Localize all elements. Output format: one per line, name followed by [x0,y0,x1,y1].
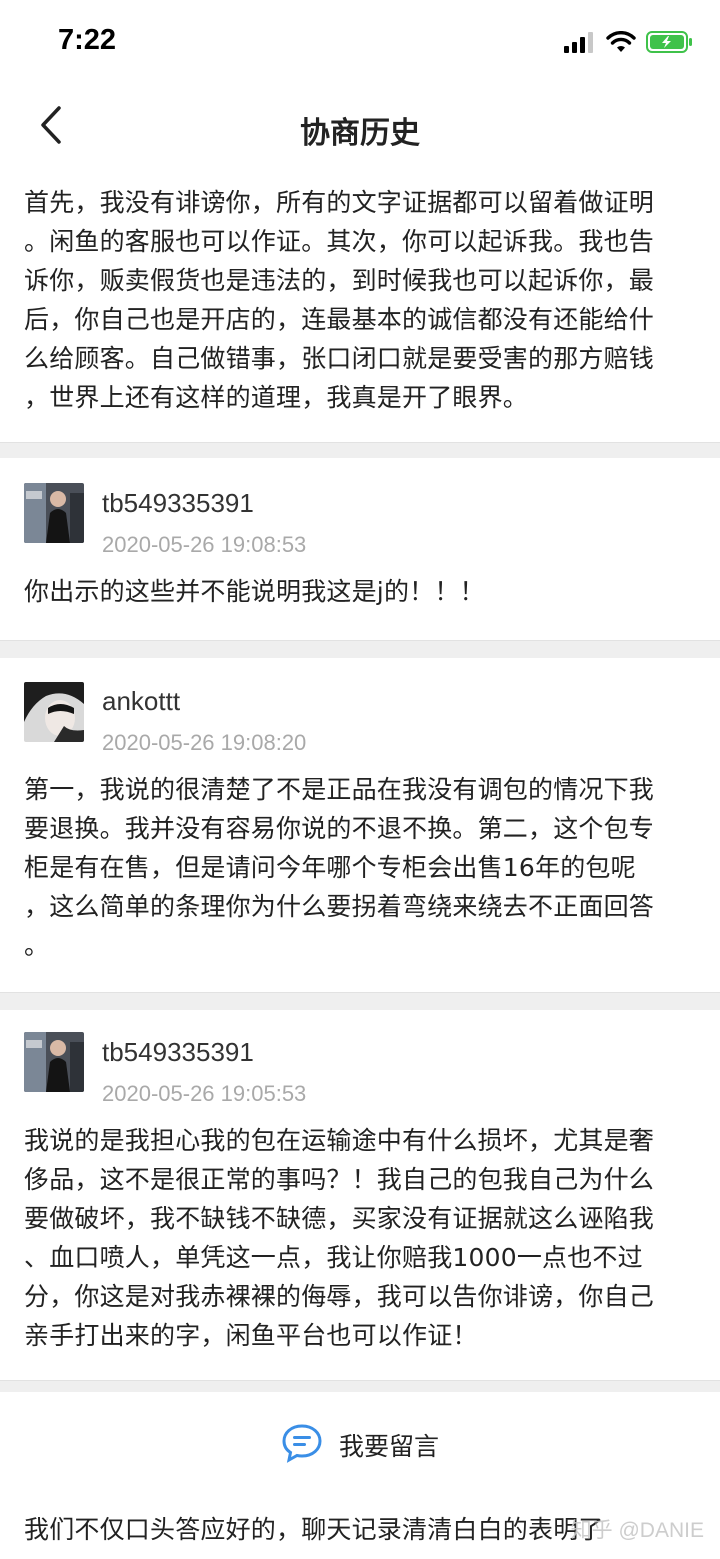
message-text: 你出示的这些并不能说明我这是j的！！！ [24,577,485,606]
section-divider [0,640,720,658]
section-divider [0,442,720,458]
cellular-signal-icon [564,31,596,57]
leave-message-button[interactable]: 我要留言 [0,1420,720,1470]
message-text: 第一，我说的很清楚了不是正品在我没有调包的情况下我 要退换。我并没有容易你说的不… [24,775,655,960]
status-icons [564,30,694,58]
user-name: ankottt [102,686,181,716]
avatar[interactable] [24,483,84,543]
chat-bubble-icon [281,1423,323,1467]
page-title: 协商历史 [300,116,420,151]
navigation-bar: 协商历史 [0,88,720,168]
battery-charging-icon [646,30,694,58]
user-name: tb549335391 [102,488,254,518]
section-divider [0,1380,720,1392]
section-divider [0,992,720,1010]
wifi-icon [606,31,636,57]
message-text-intro: 首先，我没有诽谤你，所有的文字证据都可以留着做证明 。闲鱼的客服也可以作证。其次… [24,188,655,412]
watermark: 知乎 @DANIE [570,1519,704,1542]
user-name: tb549335391 [102,1037,254,1067]
message-text: 我说的是我担心我的包在运输途中有什么损坏，尤其是奢 侈品，这不是很正常的事吗？！… [24,1126,655,1350]
avatar[interactable] [24,682,84,742]
message-timestamp: 2020-05-26 19:05:53 [102,1081,307,1106]
message-timestamp: 2020-05-26 19:08:53 [102,532,307,557]
message-timestamp: 2020-05-26 19:08:20 [102,730,307,755]
status-time: 7:22 [58,24,117,56]
leave-message-label: 我要留言 [338,1432,439,1461]
avatar[interactable] [24,1032,84,1092]
status-bar: 7:22 [0,0,720,88]
